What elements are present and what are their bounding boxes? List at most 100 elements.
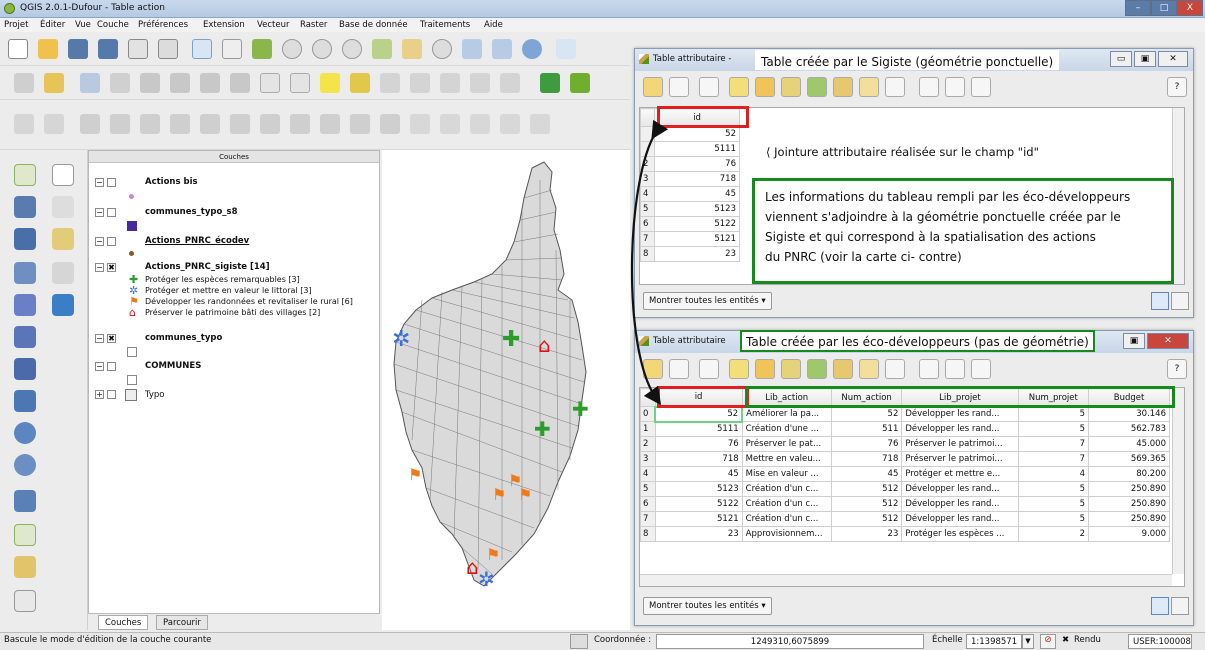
scale-dropdown-icon[interactable]: ▼ — [1022, 634, 1034, 649]
zoom-next-icon[interactable] — [492, 39, 512, 59]
new-gpx-icon[interactable] — [14, 556, 36, 578]
current-edits-icon[interactable] — [14, 73, 34, 93]
node-tool-icon[interactable] — [170, 73, 190, 93]
zoom-in-icon[interactable] — [282, 39, 302, 59]
undo-icon[interactable] — [14, 114, 34, 134]
split-features-icon[interactable] — [290, 114, 310, 134]
label-settings-icon[interactable] — [350, 73, 370, 93]
minimize-button[interactable]: – — [1125, 0, 1151, 16]
new-shapefile-icon[interactable] — [14, 490, 36, 512]
add-part-icon[interactable] — [140, 114, 160, 134]
layer-communes-typo-s8[interactable]: communes_typo_s8 — [145, 207, 238, 217]
add-postgis-layer-icon[interactable] — [14, 228, 36, 250]
reshape-icon[interactable] — [230, 114, 250, 134]
menu-projet[interactable]: Projet — [4, 20, 28, 30]
pan-map-icon[interactable] — [192, 39, 212, 59]
move-selection-top-icon[interactable] — [781, 359, 801, 379]
table-row[interactable]: 3 718 Mettre en valeu... 718 Préserver le pa… — [640, 451, 1170, 467]
save-project-icon[interactable] — [68, 39, 88, 59]
unselect-all-icon[interactable] — [755, 359, 775, 379]
layer-checkbox[interactable] — [107, 178, 116, 187]
plugin-green-icon[interactable] — [540, 73, 560, 93]
toggle-editing-icon[interactable] — [44, 73, 64, 93]
help-button[interactable]: ? — [1167, 77, 1187, 97]
expand-toggle[interactable]: − — [95, 263, 104, 272]
layer-communes[interactable]: COMMUNES — [145, 361, 201, 371]
layer-checkbox-checked[interactable]: ✖ — [107, 263, 116, 272]
save-icon[interactable] — [669, 359, 689, 379]
table-view-icon[interactable] — [1171, 292, 1189, 310]
table-row[interactable]: 1 5111 Création d'une ... 511 Développer les… — [640, 421, 1170, 437]
help-button[interactable]: ? — [1167, 359, 1187, 379]
invert-selection-icon[interactable] — [807, 359, 827, 379]
field-calculator-icon[interactable] — [971, 359, 991, 379]
save-edits-icon[interactable] — [80, 73, 100, 93]
toggle-edit-icon[interactable] — [643, 77, 663, 97]
open-project-icon[interactable] — [38, 39, 58, 59]
copy-rows-icon[interactable] — [885, 359, 905, 379]
layer-actions-pnrc-sigiste[interactable]: Actions_PNRC_sigiste [14] — [145, 262, 270, 272]
zoom-full-icon[interactable] — [372, 39, 392, 59]
menu-extension[interactable]: Extension — [203, 20, 245, 30]
add-raster-layer-icon[interactable] — [14, 196, 36, 218]
stop-render-icon[interactable]: ⊘ — [1040, 634, 1056, 649]
globe-icon[interactable] — [52, 294, 74, 316]
add-mssql-layer-icon[interactable] — [14, 294, 36, 316]
plugin-wd-icon[interactable] — [570, 73, 590, 93]
new-spatialite-icon[interactable] — [14, 524, 36, 546]
composer-manager-icon[interactable] — [158, 39, 178, 59]
add-wcs-layer-icon[interactable] — [14, 390, 36, 412]
map-canvas[interactable]: ✚ ⌂ ✚ ✚ ✲ ⚑ ⚑ ⚑ ⚑ ⚑ ⌂ ✲ — [382, 150, 630, 630]
menu-base-de-donnee[interactable]: Base de donnée — [339, 20, 408, 30]
zoom-native-icon[interactable] — [342, 39, 362, 59]
menu-editer[interactable]: Éditer — [40, 20, 65, 30]
label-rotate-icon[interactable] — [470, 73, 490, 93]
table-view-icon[interactable] — [1171, 597, 1189, 615]
add-feature-icon[interactable] — [110, 73, 130, 93]
tab-couches[interactable]: Couches — [98, 615, 149, 630]
table-row[interactable]: 7 5121 Création d'un c... 512 Développer les… — [640, 511, 1170, 527]
render-check-icon[interactable]: ✖ — [1062, 635, 1069, 645]
expression-select-icon[interactable] — [729, 77, 749, 97]
add-spatialite-layer-icon[interactable] — [14, 262, 36, 284]
layer-checkbox-checked[interactable]: ✖ — [107, 334, 116, 343]
table-row[interactable]: 5 5123 Création d'un c... 512 Développer les… — [640, 481, 1170, 497]
new-column-icon[interactable] — [919, 77, 939, 97]
label-show-icon[interactable] — [410, 73, 430, 93]
delete-ring-icon[interactable] — [170, 114, 190, 134]
align-icon[interactable] — [440, 114, 460, 134]
delete-column-icon[interactable] — [945, 359, 965, 379]
hand-pan-icon[interactable] — [222, 39, 242, 59]
zoom-layer-icon[interactable] — [402, 39, 422, 59]
tool-extra-1-icon[interactable] — [500, 114, 520, 134]
label-pin-icon[interactable] — [380, 73, 400, 93]
digitize-icon[interactable] — [52, 228, 74, 250]
window-close-button[interactable]: ✕ — [1158, 51, 1188, 67]
delete-part-icon[interactable] — [200, 114, 220, 134]
table-row[interactable]: 0 52 Améliorer la pa... 52 Développer les ra… — [640, 405, 1170, 423]
menu-aide[interactable]: Aide — [484, 20, 503, 30]
add-vector-layer-icon[interactable] — [14, 164, 36, 186]
layer-checkbox[interactable] — [107, 362, 116, 371]
expand-toggle[interactable]: − — [95, 237, 104, 246]
redo-icon[interactable] — [44, 114, 64, 134]
expand-toggle[interactable]: − — [95, 208, 104, 217]
expand-toggle[interactable]: − — [95, 334, 104, 343]
coordinate-toggle-icon[interactable] — [570, 634, 588, 649]
menu-vecteur[interactable]: Vecteur — [257, 20, 290, 30]
vector-tool-icon[interactable] — [52, 262, 74, 284]
table-row[interactable]: 2 76 Préserver le pat... 76 Préserver le pat… — [640, 436, 1170, 452]
menu-vue[interactable]: Vue — [75, 20, 91, 30]
pan-to-selection-icon[interactable] — [833, 359, 853, 379]
zoom-out-icon[interactable] — [312, 39, 332, 59]
delete-features-icon[interactable] — [699, 359, 719, 379]
close-button[interactable]: X — [1177, 0, 1203, 16]
merge-features-icon[interactable] — [320, 114, 340, 134]
rotate-point-icon[interactable] — [410, 114, 430, 134]
table-row[interactable]: 6 5122 Création d'un c... 512 Développer les… — [640, 496, 1170, 512]
paste-features-icon[interactable] — [290, 73, 310, 93]
capture-icon[interactable] — [52, 196, 74, 218]
simplify-icon[interactable] — [80, 114, 100, 134]
menu-preferences[interactable]: Préférences — [138, 20, 188, 30]
label-move-icon[interactable] — [440, 73, 460, 93]
